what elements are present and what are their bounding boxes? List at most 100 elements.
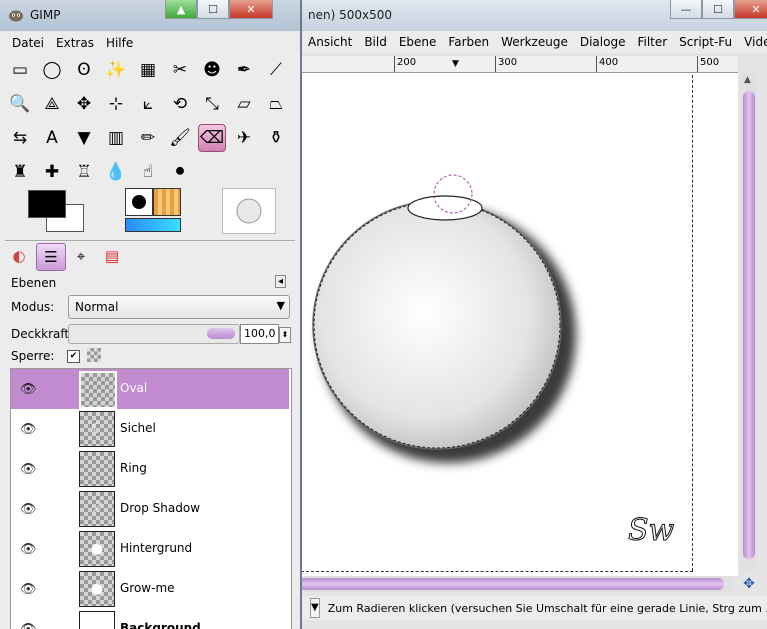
tool-button[interactable]: ⟀ [134,90,162,118]
layer-row[interactable]: 👁 ● Grow-me [11,569,289,609]
brush-preview[interactable] [125,188,153,216]
menu-hilfe[interactable]: Hilfe [106,36,133,50]
tool-button[interactable]: ✥ [70,90,98,118]
menu-extras[interactable]: Extras [56,36,94,50]
dock-tab-layers[interactable]: ☰ [36,243,66,271]
tool-button[interactable]: ⏢ [262,90,290,118]
pattern-preview[interactable] [153,188,181,216]
tool-button[interactable]: 💧 [102,158,130,186]
layer-name: Oval [120,381,148,395]
close-button[interactable]: ✕ [734,0,767,19]
horizontal-scroll-thumb[interactable] [298,578,724,590]
tool-button[interactable]: ✈ [230,124,258,152]
tool-button[interactable]: ◯ [38,56,66,84]
tool-button[interactable]: ▼ [70,124,98,152]
menu-datei[interactable]: Datei [12,36,44,50]
flip-icon: ⇆ [12,128,28,148]
minimize-button[interactable]: — [670,0,702,19]
layer-row[interactable]: 👁 ⟋ Drop Shadow [11,489,289,529]
toolbox-close-button[interactable]: ✕ [229,0,273,19]
foreground-color-swatch[interactable] [28,190,66,218]
tool-button[interactable]: ⌫ [198,124,226,152]
opacity-slider[interactable] [68,324,240,344]
tool-button[interactable]: ⟁ [38,90,66,118]
eye-icon[interactable]: 👁 [20,622,37,629]
dock-tab-paths[interactable]: ⌖ [67,243,95,269]
toolbox-minimize-button[interactable]: ▲ [165,0,197,19]
tool-button[interactable]: ⤡ [198,90,226,118]
tool-button[interactable]: 🔍 [6,90,34,118]
lock-alpha-icon[interactable] [87,348,101,362]
tool-button[interactable]: ʘ [70,56,98,84]
active-image-preview[interactable] [222,188,276,234]
navigate-icon[interactable]: ✥ [741,576,757,592]
tool-button[interactable]: A [38,124,66,152]
menu-script-fu[interactable]: Script-Fu [679,35,732,49]
image-window-titlebar[interactable]: nen) 500x500 — ☐ ✕ [296,0,767,31]
tool-button[interactable]: ⟲ [166,90,194,118]
tool-button[interactable]: ✨ [102,56,130,84]
menu-farben[interactable]: Farben [448,35,489,49]
tool-button[interactable]: ⚱ [262,124,290,152]
tool-button[interactable]: ⟋ [262,56,290,84]
dock-tab-tool-options[interactable]: ◐ [5,243,33,269]
opacity-input[interactable]: 100,0 [240,324,279,344]
menu-ebene[interactable]: Ebene [399,35,437,49]
layer-row[interactable]: 👁 Ring [11,449,289,489]
gradient-preview[interactable] [125,218,181,232]
layer-row[interactable]: 👁 ● Hintergrund [11,529,289,569]
menu-ansicht[interactable]: Ansicht [308,35,352,49]
eye-icon[interactable]: 👁 [20,542,37,557]
tool-button[interactable]: ☻ [198,56,226,84]
tool-button[interactable]: ⊹ [102,90,130,118]
opacity-spinner[interactable]: ⬍ [279,327,291,343]
image-canvas[interactable]: Sw [296,73,738,576]
maximize-button[interactable]: ☐ [702,0,734,19]
eye-icon[interactable]: 👁 [20,382,37,397]
horizontal-ruler[interactable]: 200 300 400 500 ▼ [300,56,738,73]
menu-werkzeuge[interactable]: Werkzeuge [501,35,568,49]
vertical-scroll-thumb[interactable] [743,91,755,559]
menu-video[interactable]: Video [744,35,767,49]
tool-button[interactable]: ⚫ [166,158,194,186]
scroll-up-icon[interactable]: ▲ [744,75,751,85]
horizontal-scrollbar[interactable] [296,576,733,592]
tool-button[interactable]: ⇆ [6,124,34,152]
tool-button[interactable]: ✒ [230,56,258,84]
color-selector[interactable] [28,190,84,232]
layer-row[interactable]: 👁 ☾ Sichel [11,409,289,449]
tool-button[interactable]: 🖌 [166,124,194,152]
eye-icon[interactable]: 👁 [20,422,37,437]
menu-bild[interactable]: Bild [364,35,387,49]
layer-name: Grow-me [120,581,175,595]
tool-button[interactable]: ▦ [134,56,162,84]
layer-row[interactable]: 👁 Oval [11,369,289,409]
tool-button[interactable]: ✏ [134,124,162,152]
dock-tab-channels[interactable]: ▤ [98,243,126,269]
eye-icon[interactable]: 👁 [20,582,37,597]
tool-button[interactable]: ♖ [70,158,98,186]
menu-filter[interactable]: Filter [637,35,667,49]
opacity-slider-knob[interactable] [207,328,235,339]
tool-button[interactable]: ▥ [102,124,130,152]
panel-menu-button[interactable]: ◂ [275,275,287,288]
layer-row[interactable]: 👁 Background [11,609,289,629]
mode-dropdown[interactable]: Normal ▼ [68,295,290,319]
unit-selector[interactable]: ▼ [310,598,320,618]
tool-button[interactable]: ✚ [38,158,66,186]
tool-button[interactable]: ☝ [134,158,162,186]
eye-icon[interactable]: 👁 [20,462,37,477]
toolbox-maximize-button[interactable]: ☐ [197,0,229,19]
toolbox-titlebar[interactable]: GIMP ▲ ☐ ✕ [0,0,300,31]
menu-dialoge[interactable]: Dialoge [580,35,626,49]
tool-button[interactable]: ▱ [230,90,258,118]
layer-thumbnail [79,371,117,409]
layer-list[interactable]: 👁 Oval 👁 ☾ Sichel 👁 Ring 👁 ⟋ Drop Shadow 👁 ● Hinterg… [10,368,292,629]
eye-icon[interactable]: 👁 [20,502,37,517]
tool-button[interactable]: ✂ [166,56,194,84]
tool-button[interactable]: ♜ [6,158,34,186]
rect-select-icon: ▭ [11,60,29,80]
lock-checkbox[interactable]: ✔ [67,350,80,363]
tool-button[interactable]: ▭ [6,56,34,84]
vertical-scrollbar[interactable]: ▲ [741,73,757,570]
